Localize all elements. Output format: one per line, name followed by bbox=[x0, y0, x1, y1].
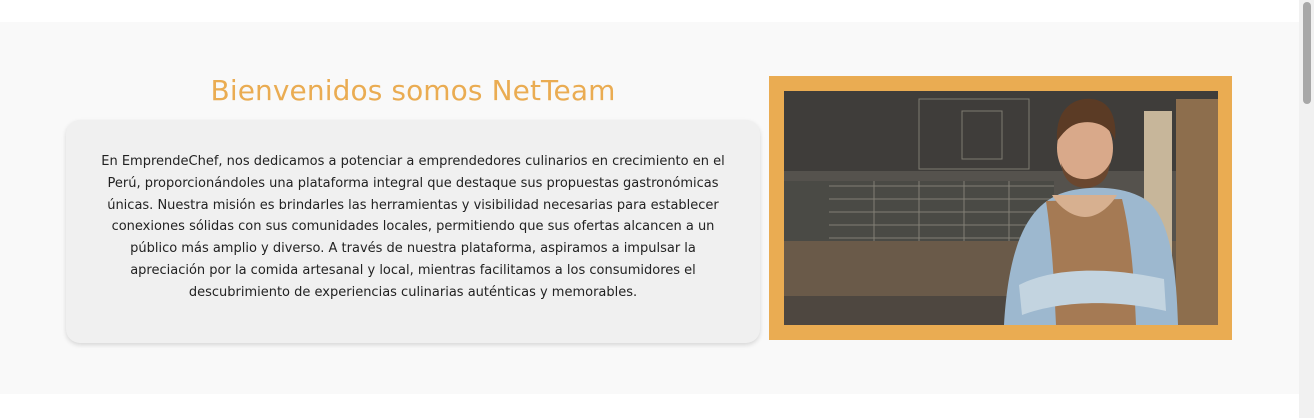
chef-illustration bbox=[784, 91, 1218, 325]
chef-photo bbox=[784, 91, 1218, 325]
photo-frame bbox=[769, 76, 1232, 340]
description-text: En EmprendeChef, nos dedicamos a potenci… bbox=[101, 154, 725, 300]
page: Bienvenidos somos NetTeam En EmprendeChe… bbox=[0, 0, 1314, 418]
description-card: En EmprendeChef, nos dedicamos a potenci… bbox=[66, 120, 760, 343]
page-scrollbar[interactable] bbox=[1299, 0, 1314, 418]
scrollbar-thumb[interactable] bbox=[1303, 2, 1311, 104]
section-title: Bienvenidos somos NetTeam bbox=[210, 74, 616, 107]
